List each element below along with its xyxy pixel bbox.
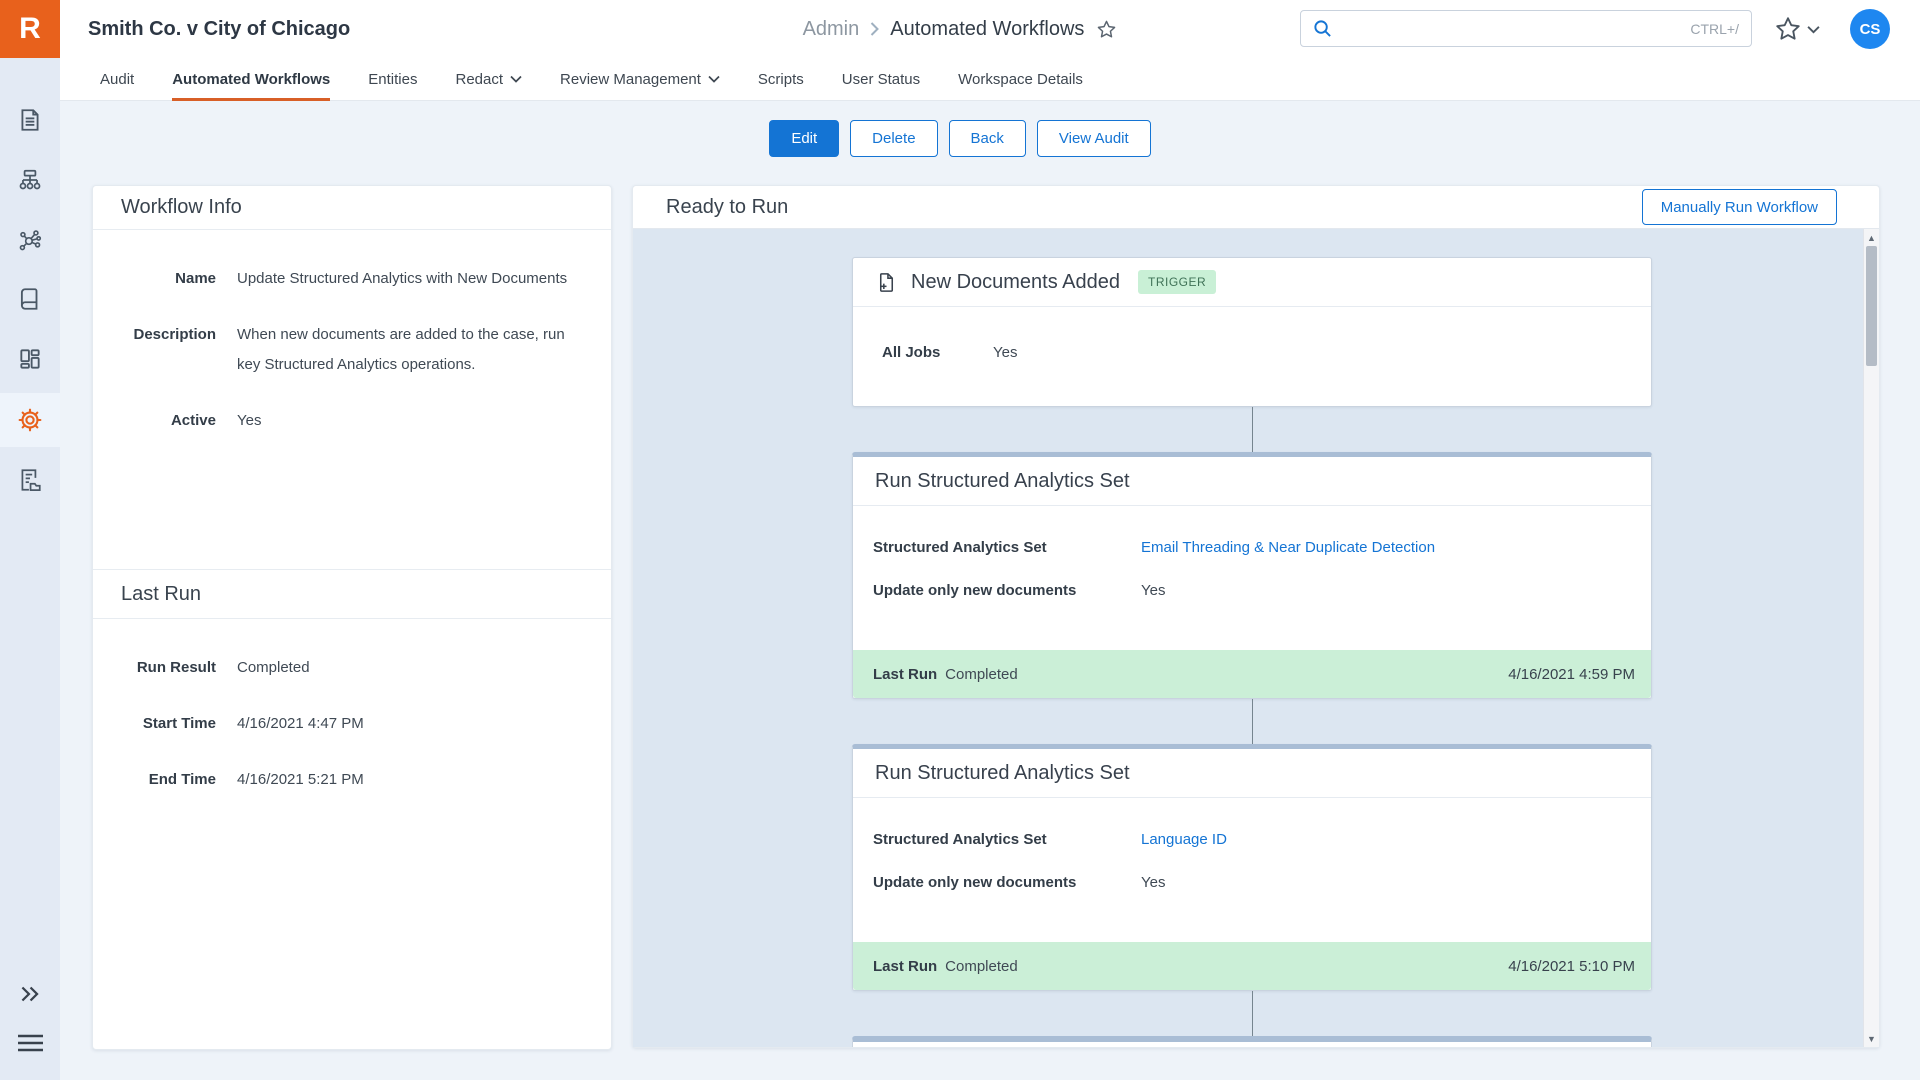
gear-icon[interactable] [0,393,60,447]
edit-button[interactable]: Edit [769,120,839,157]
favorites-menu[interactable] [1774,15,1820,43]
dashboard-icon[interactable] [0,335,60,383]
breadcrumb-current: Automated Workflows [890,18,1084,41]
star-icon [1774,15,1802,43]
workflow-info-card: Workflow Info Name Update Structured Ana… [92,185,612,1050]
trigger-card[interactable]: New Documents Added TRIGGER All Jobs Yes [852,257,1652,407]
document-add-icon [875,271,898,294]
action-card-title: Run Structured Analytics Set [875,470,1130,493]
search-input[interactable] [1342,19,1690,38]
tab-automated-workflows[interactable]: Automated Workflows [172,58,330,100]
tab-scripts[interactable]: Scripts [758,58,804,100]
partially-visible-card[interactable] [852,1036,1652,1047]
avatar-initials: CS [1860,21,1881,38]
doc-folder-icon[interactable] [0,456,60,504]
manually-run-workflow-button[interactable]: Manually Run Workflow [1642,189,1837,225]
field-description: Description When new documents are added… [93,320,581,380]
scroll-up-arrow[interactable]: ▲ [1864,230,1879,245]
tab-review-management[interactable]: Review Management [560,58,720,100]
field-structured-analytics-set: Structured Analytics Set Language ID [873,831,1631,848]
analytics-set-link[interactable]: Email Threading & Near Duplicate Detecti… [1141,539,1631,556]
scroll-down-arrow[interactable]: ▼ [1864,1031,1879,1046]
document-icon[interactable] [0,96,60,144]
action-card-title: Run Structured Analytics Set [875,762,1130,785]
last-run-status-bar: Last Run Completed 4/16/2021 5:10 PM [853,942,1651,990]
chevron-down-icon [510,75,522,83]
workflow-connector [1252,991,1253,1036]
global-search[interactable]: CTRL+/ [1300,10,1752,47]
run-status: Completed [945,666,1018,683]
workspace-tab-bar: Audit Automated Workflows Entities Redac… [60,58,1920,101]
view-audit-button[interactable]: View Audit [1037,120,1151,157]
workflow-info-title: Workflow Info [93,186,611,230]
run-status: Completed [945,958,1018,975]
org-chart-icon[interactable] [0,156,60,204]
chevron-down-icon [708,75,720,83]
field-all-jobs: All Jobs Yes [882,344,1631,361]
analytics-set-link[interactable]: Language ID [1141,831,1631,848]
field-update-only-new-documents: Update only new documents Yes [873,582,1631,599]
ready-to-run-panel: Ready to Run Manually Run Workflow New D… [632,185,1880,1048]
field-structured-analytics-set: Structured Analytics Set Email Threading… [873,539,1631,556]
menu-icon[interactable] [0,1019,60,1067]
field-end-time: End Time 4/16/2021 5:21 PM [93,765,581,795]
breadcrumb-parent[interactable]: Admin [803,18,860,41]
search-icon [1313,19,1332,38]
chevron-down-icon [1807,25,1820,34]
field-update-only-new-documents: Update only new documents Yes [873,874,1631,891]
run-timestamp: 4/16/2021 5:10 PM [1508,958,1635,975]
tab-entities[interactable]: Entities [368,58,417,100]
left-nav-sidebar [0,58,60,1080]
last-run-status-bar: Last Run Completed 4/16/2021 4:59 PM [853,650,1651,698]
scrollbar-thumb[interactable] [1866,246,1877,366]
run-timestamp: 4/16/2021 4:59 PM [1508,666,1635,683]
trigger-badge: TRIGGER [1138,270,1216,294]
tab-user-status[interactable]: User Status [842,58,920,100]
workflow-connector [1252,407,1253,452]
field-name: Name Update Structured Analytics with Ne… [93,264,581,294]
field-run-result: Run Result Completed [93,653,581,683]
double-chevron-right-icon[interactable] [0,970,60,1018]
panel-scrollbar[interactable]: ▲ ▼ [1863,229,1879,1047]
favorite-star-icon[interactable] [1096,19,1117,40]
last-run-title: Last Run [93,569,611,619]
field-start-time: Start Time 4/16/2021 4:47 PM [93,709,581,739]
field-active: Active Yes [93,406,581,436]
delete-button[interactable]: Delete [850,120,937,157]
top-bar: R Smith Co. v City of Chicago Admin Auto… [0,0,1920,58]
tab-redact[interactable]: Redact [455,58,522,100]
book-icon[interactable] [0,275,60,323]
search-shortcut-hint: CTRL+/ [1690,21,1739,37]
ready-to-run-title: Ready to Run [666,196,788,219]
workflow-canvas: New Documents Added TRIGGER All Jobs Yes… [633,229,1879,1047]
chevron-right-icon [869,21,880,37]
tab-audit[interactable]: Audit [100,58,134,100]
cluster-icon[interactable] [0,216,60,264]
back-button[interactable]: Back [949,120,1026,157]
action-card-language-id[interactable]: Run Structured Analytics Set Structured … [852,744,1652,991]
user-avatar[interactable]: CS [1850,9,1890,49]
record-action-bar: Edit Delete Back View Audit [0,120,1920,157]
workflow-connector [1252,699,1253,744]
action-card-email-threading[interactable]: Run Structured Analytics Set Structured … [852,452,1652,699]
trigger-card-title: New Documents Added [911,271,1120,294]
tab-workspace-details[interactable]: Workspace Details [958,58,1083,100]
